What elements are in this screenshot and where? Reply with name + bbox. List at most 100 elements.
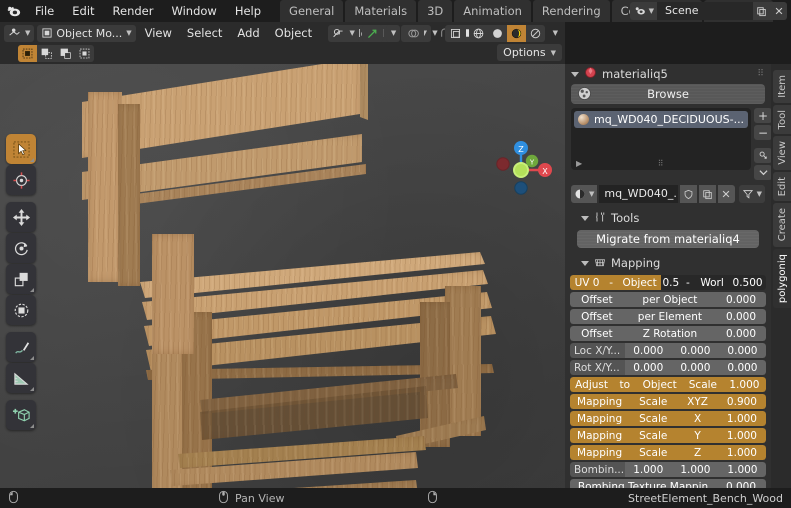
sidebar-tab-polygoniq[interactable]: polygoniq bbox=[773, 248, 791, 308]
gizmo-settings-dropdown[interactable]: ▼ bbox=[385, 24, 401, 42]
viewport-menu-object[interactable]: Object bbox=[269, 25, 318, 42]
sidebar-tab-create[interactable]: Create bbox=[773, 203, 791, 247]
sidebar-tab-tool[interactable]: Tool bbox=[773, 104, 791, 135]
navigation-gizmo[interactable]: Z X Y bbox=[487, 126, 563, 202]
mapping-row[interactable]: Bombing Texture Mappin 0.000 bbox=[570, 479, 766, 488]
unlink-icon[interactable] bbox=[717, 185, 735, 203]
options-dropdown[interactable]: Options ▼ bbox=[497, 44, 562, 61]
mapping-cell[interactable]: - bbox=[680, 275, 695, 290]
mapping-row[interactable]: Rot X/Y... 0.000 0.000 0.000 bbox=[570, 360, 766, 375]
menu-edit[interactable]: Edit bbox=[63, 0, 103, 22]
duplicate-icon[interactable] bbox=[753, 2, 770, 20]
mapping-cell[interactable]: Worl bbox=[695, 275, 730, 290]
mapping-cell[interactable]: Z Rotation bbox=[623, 326, 717, 341]
mapping-cell[interactable]: Z bbox=[677, 445, 718, 460]
mapping-row[interactable]: Mapping Scale XYZ 0.900 bbox=[570, 394, 766, 409]
mapping-cell[interactable]: 0.000 bbox=[718, 343, 766, 358]
browse-material-button[interactable]: Browse bbox=[571, 84, 765, 104]
slot-filter-icon[interactable]: ▶ bbox=[576, 159, 582, 168]
mapping-row[interactable]: Offset per Object 0.000 bbox=[570, 292, 766, 307]
mapping-cell[interactable]: 0.5 bbox=[660, 275, 681, 290]
material-filter-dropdown[interactable]: ▼ bbox=[738, 185, 765, 203]
mapping-cell[interactable]: 0.000 bbox=[718, 360, 766, 375]
mapping-cell[interactable]: XYZ bbox=[677, 394, 718, 409]
mapping-cell[interactable]: 1.000 bbox=[717, 428, 766, 443]
slot-list-resize-grip[interactable]: ⠿ bbox=[658, 159, 665, 168]
object-visibility-dropdown[interactable]: ▼ bbox=[328, 24, 359, 42]
viewport-menu-select[interactable]: Select bbox=[181, 25, 228, 42]
material-slot-item[interactable]: mq_WD040_DECIDUOUS-... bbox=[574, 111, 749, 128]
mapping-cell[interactable]: 0.000 bbox=[671, 343, 719, 358]
mapping-cell[interactable]: UV 0 bbox=[570, 275, 605, 290]
chevron-down-icon[interactable] bbox=[581, 260, 589, 266]
wireframe-shading-icon[interactable] bbox=[469, 25, 488, 42]
select-extend-icon[interactable] bbox=[37, 45, 56, 62]
mapping-section-header[interactable]: Mapping bbox=[571, 253, 765, 273]
annotate-tool[interactable] bbox=[6, 332, 36, 362]
move-tool[interactable] bbox=[6, 202, 36, 232]
mapping-row[interactable]: Mapping Scale Z 1.000 bbox=[570, 445, 766, 460]
mapping-cell[interactable]: Scale bbox=[629, 445, 678, 460]
mapping-row[interactable]: Mapping Scale Y 1.000 bbox=[570, 428, 766, 443]
mapping-cell[interactable]: 1.000 bbox=[717, 445, 766, 460]
chevron-down-icon[interactable] bbox=[571, 71, 579, 77]
remove-slot-button[interactable]: − bbox=[754, 125, 771, 140]
mapping-row[interactable]: Mapping Scale X 1.000 bbox=[570, 411, 766, 426]
viewport-menu-add[interactable]: Add bbox=[231, 25, 265, 42]
measure-tool[interactable] bbox=[6, 363, 36, 393]
sidebar-tab-edit[interactable]: Edit bbox=[773, 171, 791, 202]
slot-specials-button[interactable] bbox=[754, 165, 771, 180]
workspace-tab-3d[interactable]: 3D bbox=[418, 0, 453, 22]
mapping-row[interactable]: Adjust to Object Scale 1.000 bbox=[570, 377, 766, 392]
material-name-field[interactable]: mq_WD040_... bbox=[599, 185, 678, 203]
mapping-cell[interactable]: 0.000 bbox=[716, 479, 766, 488]
mapping-cell[interactable]: Rot X/Y... bbox=[570, 360, 625, 375]
select-invert-icon[interactable] bbox=[75, 45, 94, 62]
mapping-cell[interactable]: per Object bbox=[623, 292, 717, 307]
mapping-cell[interactable]: Offset bbox=[570, 326, 624, 341]
select-set-icon[interactable] bbox=[18, 44, 37, 62]
transform-tool[interactable] bbox=[6, 295, 36, 325]
mapping-cell[interactable]: 0.000 bbox=[716, 326, 766, 341]
panel-drag-grip[interactable]: ⠿ bbox=[757, 69, 765, 79]
workspace-tab-rendering[interactable]: Rendering bbox=[532, 0, 610, 22]
tools-section-header[interactable]: Tools bbox=[571, 208, 765, 228]
chevron-down-icon[interactable] bbox=[581, 215, 589, 221]
editor-type-icon[interactable]: ▼ bbox=[4, 24, 35, 42]
3d-viewport[interactable]: Z X Y bbox=[0, 64, 565, 488]
mapping-cell[interactable]: 0.000 bbox=[716, 309, 766, 324]
scene-browse-button[interactable]: ▼ bbox=[629, 2, 657, 20]
mapping-cell[interactable]: to bbox=[613, 377, 637, 392]
material-slot-list[interactable]: mq_WD040_DECIDUOUS-... ▶ ⠿ bbox=[571, 108, 752, 170]
menu-help[interactable]: Help bbox=[226, 0, 270, 22]
link-slot-button[interactable] bbox=[754, 148, 771, 163]
overlays-settings-dropdown[interactable]: ▼ bbox=[427, 25, 441, 42]
mapping-cell[interactable]: 0.000 bbox=[624, 360, 672, 375]
mapping-cell[interactable]: 1.000 bbox=[671, 462, 719, 477]
mapping-cell[interactable]: Mapping bbox=[570, 445, 630, 460]
mapping-cell[interactable]: Adjust bbox=[570, 377, 614, 392]
mapping-cell[interactable]: Object bbox=[636, 377, 683, 392]
mapping-cell[interactable]: Y bbox=[677, 428, 718, 443]
mapping-cell[interactable]: per Element bbox=[623, 309, 717, 324]
mapping-cell[interactable]: - bbox=[604, 275, 619, 290]
gizmo-toggle[interactable] bbox=[361, 24, 383, 42]
mapping-cell[interactable]: Mapping bbox=[570, 394, 630, 409]
mapping-cell[interactable]: Mapping bbox=[570, 411, 630, 426]
workspace-tab-general[interactable]: General bbox=[280, 0, 344, 22]
select-subtract-icon[interactable] bbox=[56, 45, 75, 62]
mapping-cell[interactable]: 0.900 bbox=[717, 394, 766, 409]
add-slot-button[interactable]: + bbox=[754, 108, 771, 123]
tweak-select-box-tool[interactable] bbox=[6, 134, 36, 164]
menu-window[interactable]: Window bbox=[162, 0, 225, 22]
mapping-cell[interactable]: Object bbox=[618, 275, 661, 290]
workspace-tab-animation[interactable]: Animation bbox=[454, 0, 531, 22]
mapping-cell[interactable]: 1.000 bbox=[717, 411, 766, 426]
mapping-cell[interactable]: Scale bbox=[682, 377, 723, 392]
viewport-menu-view[interactable]: View bbox=[139, 25, 178, 42]
mapping-cell[interactable]: 1.000 bbox=[624, 462, 672, 477]
scale-tool[interactable] bbox=[6, 264, 36, 294]
new-material-icon[interactable] bbox=[698, 185, 716, 203]
cursor-tool[interactable] bbox=[6, 165, 36, 195]
mapping-row[interactable]: Bombin... 1.000 1.000 1.000 bbox=[570, 462, 766, 477]
